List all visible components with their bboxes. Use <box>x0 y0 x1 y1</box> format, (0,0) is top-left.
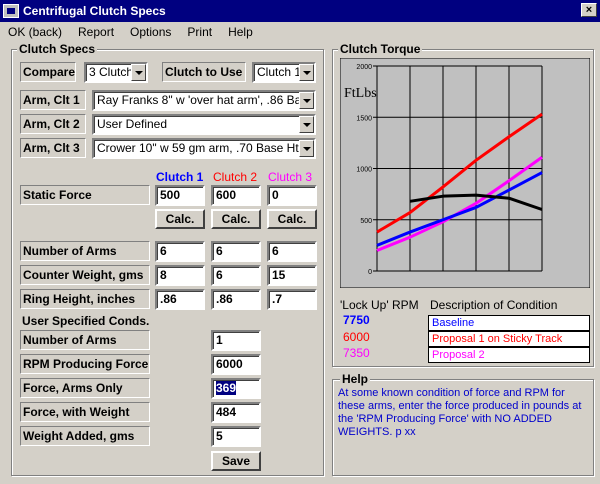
counter-weight-label: Counter Weight, gms <box>20 265 150 285</box>
description-row-2[interactable]: Proposal 1 on Sticky Track <box>428 331 590 347</box>
counter-weight-clutch1[interactable]: 8 <box>155 265 205 286</box>
arm1-select[interactable]: Ray Franks 8" w 'over hat arm', .86 Base… <box>92 90 316 111</box>
calc-button-clutch3[interactable]: Calc. <box>267 209 317 229</box>
num-arms-clutch3[interactable]: 6 <box>267 241 317 262</box>
menu-help[interactable]: Help <box>220 25 261 39</box>
y-tick-label: 2000 <box>356 64 372 71</box>
compare-label: Compare <box>20 62 76 82</box>
num-arms-clutch1[interactable]: 6 <box>155 241 205 262</box>
torque-chart: FtLbs 2000 1500 1000 500 0 <box>340 58 590 288</box>
y-tick-label: 500 <box>360 218 372 225</box>
force-arms-input[interactable]: 369 <box>211 378 261 399</box>
help-text: At some known condition of force and RPM… <box>338 387 582 438</box>
counter-weight-clutch2[interactable]: 6 <box>211 265 261 286</box>
static-force-clutch1[interactable]: 500 <box>155 185 205 206</box>
y-tick-label: 1000 <box>356 167 372 174</box>
compare-select[interactable]: 3 Clutches <box>84 62 148 83</box>
weight-added-input[interactable]: 5 <box>211 426 261 447</box>
weight-added-label: Weight Added, gms <box>20 426 150 446</box>
chevron-down-icon[interactable] <box>299 92 314 109</box>
menu-options[interactable]: Options <box>122 25 179 39</box>
rpm-label: RPM Producing Force <box>20 354 150 374</box>
y-tick-label: 0 <box>368 269 372 276</box>
app-icon <box>3 4 19 18</box>
lockup-rpm-3: 7350 <box>343 346 370 360</box>
arm1-label: Arm, Clt 1 <box>20 90 86 110</box>
clutch-to-use-select[interactable]: Clutch 1 <box>252 62 316 83</box>
static-force-label: Static Force <box>20 185 150 205</box>
ring-height-clutch2[interactable]: .86 <box>211 289 261 310</box>
force-arms-label: Force, Arms Only <box>20 378 150 398</box>
arm2-label: Arm, Clt 2 <box>20 114 86 134</box>
chevron-down-icon[interactable] <box>299 140 314 157</box>
user-conds-heading: User Specified Conds. <box>22 314 150 328</box>
ring-height-label: Ring Height, inches <box>20 289 150 309</box>
force-weight-input[interactable]: 484 <box>211 402 261 423</box>
col-header-clutch1: Clutch 1 <box>156 170 204 184</box>
title-bar: Centrifugal Clutch Specs × <box>0 0 600 22</box>
clutch-specs-title: Clutch Specs <box>17 42 98 56</box>
force-arms-value: 369 <box>216 381 237 395</box>
description-heading: Description of Condition <box>430 298 558 312</box>
window-title: Centrifugal Clutch Specs <box>23 4 166 18</box>
ring-height-clutch1[interactable]: .86 <box>155 289 205 310</box>
num-arms-clutch2[interactable]: 6 <box>211 241 261 262</box>
chevron-down-icon[interactable] <box>299 64 314 81</box>
arm3-label: Arm, Clt 3 <box>20 138 86 158</box>
rpm-input[interactable]: 6000 <box>211 354 261 375</box>
lockup-rpm-1: 7750 <box>343 313 370 327</box>
y-axis-label: FtLbs <box>344 86 377 101</box>
chevron-down-icon[interactable] <box>131 64 146 81</box>
menu-ok-back[interactable]: OK (back) <box>0 25 70 39</box>
arm3-select[interactable]: Crower 10" w 59 gm arm, .70 Base Ht <box>92 138 316 159</box>
menu-print[interactable]: Print <box>179 25 220 39</box>
chevron-down-icon[interactable] <box>299 116 314 133</box>
user-num-arms-label: Number of Arms <box>20 330 150 350</box>
col-header-clutch2: Clutch 2 <box>213 170 258 184</box>
ring-height-clutch3[interactable]: .7 <box>267 289 317 310</box>
user-num-arms-input[interactable]: 1 <box>211 330 261 351</box>
lockup-heading: 'Lock Up' RPM <box>340 298 419 312</box>
menu-report[interactable]: Report <box>70 25 122 39</box>
close-button[interactable]: × <box>581 3 597 17</box>
save-button[interactable]: Save <box>211 451 261 471</box>
arm2-select[interactable]: User Defined <box>92 114 316 135</box>
calc-button-clutch2[interactable]: Calc. <box>211 209 261 229</box>
num-arms-label: Number of Arms <box>20 241 150 261</box>
description-row-3[interactable]: Proposal 2 <box>428 347 590 363</box>
description-row-1[interactable]: Baseline <box>428 315 590 331</box>
clutch-torque-title: Clutch Torque <box>338 42 423 56</box>
y-tick-label: 1500 <box>356 115 372 122</box>
counter-weight-clutch3[interactable]: 15 <box>267 265 317 286</box>
static-force-clutch3[interactable]: 0 <box>267 185 317 206</box>
calc-button-clutch1[interactable]: Calc. <box>155 209 205 229</box>
lockup-rpm-2: 6000 <box>343 330 370 344</box>
force-weight-label: Force, with Weight <box>20 402 150 422</box>
menu-bar: OK (back) Report Options Print Help <box>0 22 600 42</box>
static-force-clutch2[interactable]: 600 <box>211 185 261 206</box>
clutch-to-use-label: Clutch to Use <box>162 62 246 82</box>
col-header-clutch3: Clutch 3 <box>268 170 313 184</box>
help-title: Help <box>340 372 371 386</box>
